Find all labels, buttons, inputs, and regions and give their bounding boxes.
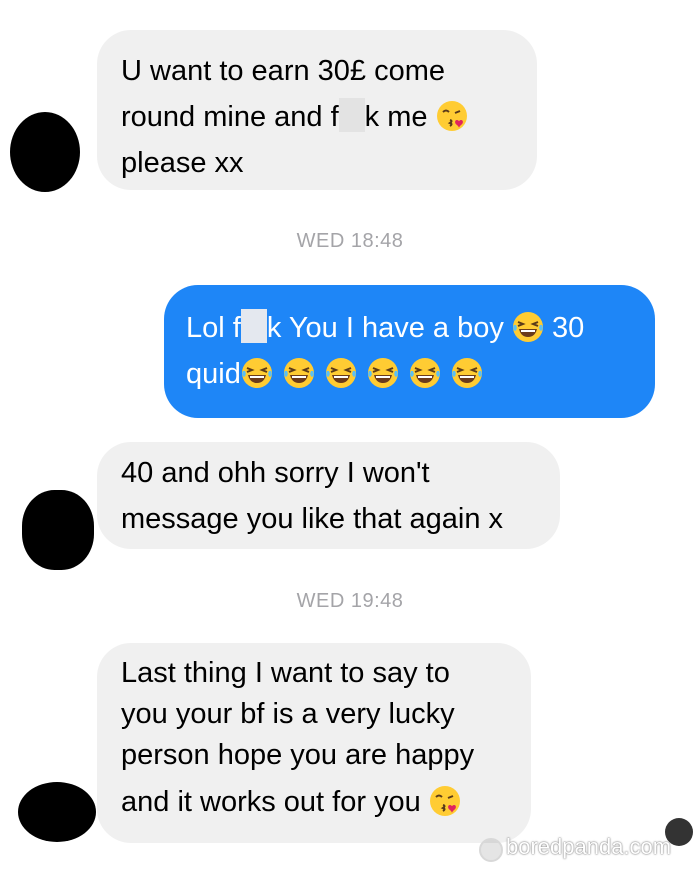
message-line: person hope you are happy — [121, 739, 475, 771]
message-line: you your bf is a very lucky — [121, 698, 455, 730]
laughing-emoji-icon — [451, 357, 483, 389]
censor-box — [240, 309, 267, 343]
laughing-emoji-icon — [409, 357, 441, 389]
message-line: U want to earn 30£ come — [121, 55, 446, 87]
message-line: and it works out for you — [121, 786, 421, 818]
message-line: Last thing I want to say to — [121, 657, 450, 689]
message-line: round mine and f — [121, 101, 339, 133]
message-line: 30 — [551, 312, 585, 344]
incoming-message-2: 40 and ohh sorry I won't message you lik… — [97, 442, 560, 549]
incoming-message-1: U want to earn 30£ come round mine and f… — [97, 30, 537, 190]
kiss-emoji-icon — [429, 785, 461, 817]
message-line: quid — [186, 358, 241, 390]
message-line: message you like that again x — [121, 503, 504, 535]
laughing-emoji-icon — [512, 311, 544, 343]
laughing-emoji-icon — [283, 357, 315, 389]
incoming-message-3: Last thing I want to say to you your bf … — [97, 643, 531, 843]
message-line: k me — [364, 101, 428, 133]
timestamp: WED 19:48 — [296, 590, 404, 612]
outgoing-message: Lol f k You I have a boy 30 quid — [164, 285, 655, 418]
avatar — [22, 490, 94, 570]
laughing-emoji-icon — [325, 357, 357, 389]
laughing-emoji-icon — [241, 357, 273, 389]
timestamp: WED 18:48 — [296, 230, 404, 252]
censor-box — [338, 98, 365, 132]
message-line: Lol f — [186, 312, 241, 344]
laughing-emoji-icon — [367, 357, 399, 389]
kiss-emoji-icon — [436, 100, 468, 132]
message-line: k You I have a boy — [266, 312, 504, 344]
message-line: please xx — [121, 147, 244, 179]
avatar — [18, 782, 96, 842]
avatar — [10, 112, 80, 192]
message-line: 40 and ohh sorry I won't — [121, 457, 430, 489]
watermark: boredpanda.com — [506, 834, 672, 859]
